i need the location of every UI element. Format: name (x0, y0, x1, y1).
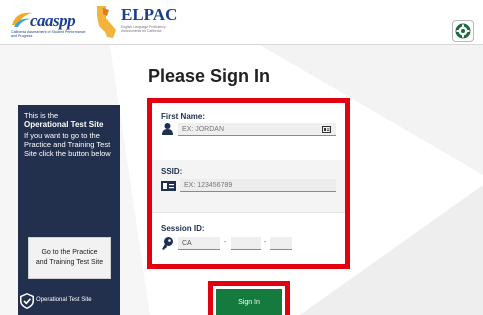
session-id-section: Session ID: - - (152, 212, 345, 269)
caaspp-logo: caaspp California Assessment of Student … (8, 5, 92, 39)
california-map-icon (97, 6, 116, 38)
user-icon (162, 123, 173, 135)
caaspp-logo-text: caaspp (30, 11, 76, 30)
panel-site-name: Operational Test Site (24, 120, 104, 129)
session-id-part2-input[interactable] (270, 237, 292, 250)
id-card-icon (322, 126, 331, 133)
first-name-section: First Name: (152, 103, 345, 161)
panel-intro-text: This is the (24, 111, 59, 120)
session-id-separator: - (264, 239, 267, 246)
app-header: caaspp California Assessment of Student … (0, 0, 483, 45)
first-name-input[interactable] (178, 123, 336, 136)
operational-site-label: Operational Test Site (36, 297, 92, 303)
session-id-separator: - (224, 239, 227, 246)
elpac-logo-text: ELPAC (121, 5, 178, 24)
settings-button[interactable] (452, 20, 474, 42)
shield-check-icon (20, 293, 34, 309)
practice-site-button[interactable]: Go to the Practice and Training Test Sit… (28, 237, 111, 279)
test-site-info-panel: This is the Operational Test Site If you… (18, 105, 120, 288)
gear-icon (455, 23, 471, 39)
page-title: Please Sign In (148, 66, 271, 86)
operational-site-badge: Operational Test Site (18, 288, 120, 315)
sign-in-form: First Name: SSID: Sess (147, 98, 350, 269)
session-id-label: Session ID: (161, 224, 205, 233)
ssid-input[interactable] (180, 179, 336, 192)
first-name-label: First Name: (161, 112, 206, 121)
elpac-logo: ELPAC English Language Proficiency Asses… (93, 3, 183, 41)
sign-in-button[interactable]: Sign In (216, 289, 282, 315)
session-id-part1-input[interactable] (231, 237, 261, 250)
caaspp-logo-subtitle: California Assessment of Student Perform… (11, 30, 86, 38)
session-id-prefix-input[interactable] (178, 237, 220, 250)
panel-instructions: If you want to go to the Practice and Tr… (24, 131, 111, 158)
key-icon (162, 237, 173, 250)
ssid-label: SSID: (161, 167, 183, 176)
elpac-logo-subtitle: English Language Proficiency Assessments… (121, 25, 166, 33)
id-card-icon (161, 181, 176, 191)
ssid-section: SSID: (152, 160, 345, 213)
